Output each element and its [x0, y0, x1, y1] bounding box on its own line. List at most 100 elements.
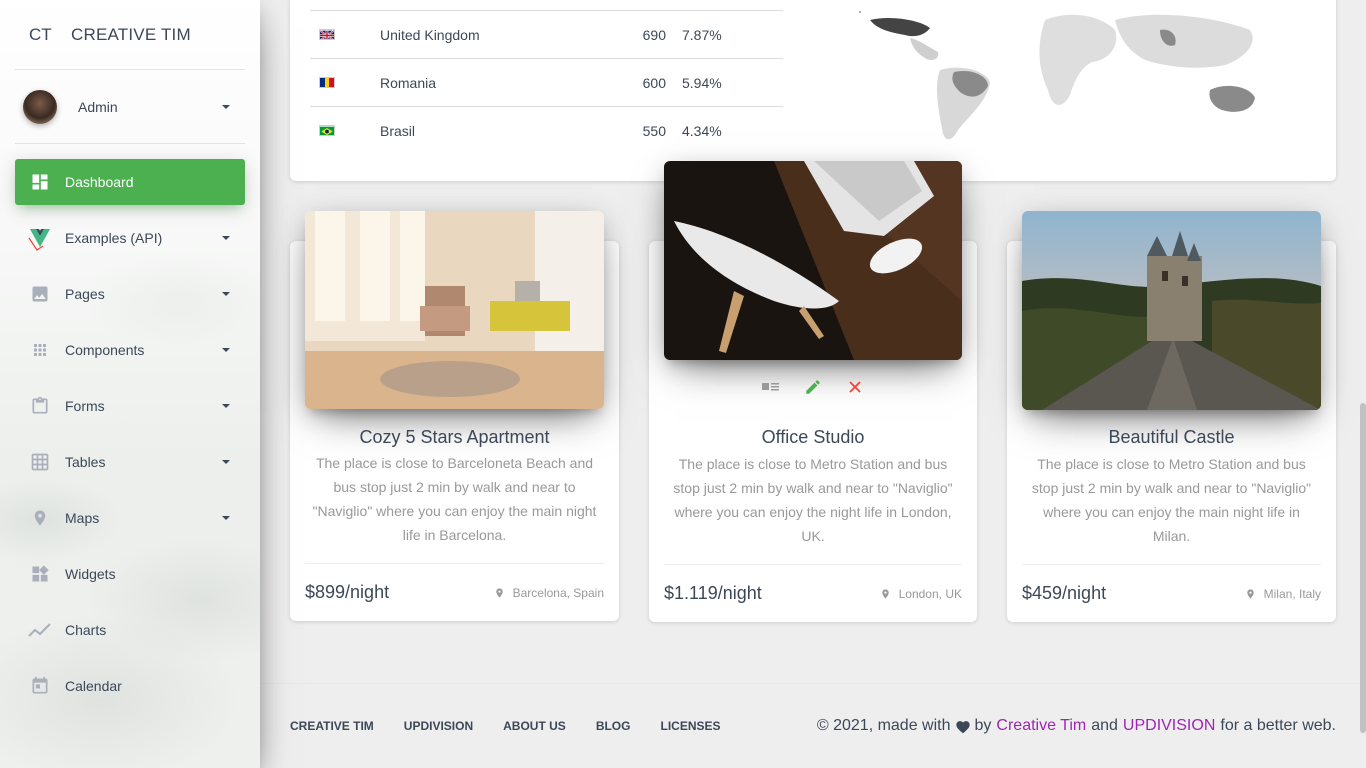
creative-tim-link[interactable]: Creative Tim — [996, 717, 1086, 735]
page-footer: CREATIVE TIM UPDIVISION ABOUT US BLOG LI… — [260, 683, 1366, 768]
brand-mini[interactable]: CT — [15, 25, 65, 45]
place-icon — [1246, 588, 1254, 599]
sidebar-item-label: Components — [65, 342, 145, 358]
sidebar-item-label: Widgets — [65, 566, 116, 582]
copyright-and: and — [1091, 717, 1118, 734]
user-name[interactable]: Admin — [78, 99, 222, 115]
view-icon[interactable] — [760, 376, 782, 398]
clipboard-icon — [15, 395, 65, 417]
romania-flag-icon — [319, 77, 335, 88]
vue-logo-icon — [15, 224, 65, 252]
main-panel: United Kingdom 690 7.87% Romania 600 5.9… — [260, 0, 1366, 768]
card-description: The place is close to Barceloneta Beach … — [312, 455, 597, 543]
footer-link-about-us[interactable]: ABOUT US — [503, 719, 566, 733]
apartment-image[interactable] — [305, 211, 604, 409]
chevron-down-icon — [222, 460, 230, 464]
card-description: The place is close to Metro Station and … — [1031, 456, 1312, 544]
sidebar-item-dashboard[interactable]: Dashboard — [15, 159, 245, 205]
sidebar-nav: Dashboard Examples (API) Pages Component… — [15, 159, 245, 719]
chevron-down-icon — [222, 404, 230, 408]
sidebar-item-label: Dashboard — [65, 174, 134, 190]
sidebar-item-label: Maps — [65, 510, 100, 526]
card-footer: $459/night Milan, Italy — [1022, 564, 1321, 622]
footer-link-blog[interactable]: BLOG — [596, 719, 631, 733]
sidebar-item-charts[interactable]: Charts — [15, 607, 245, 653]
avatar[interactable] — [23, 89, 57, 124]
heart-icon — [955, 719, 971, 734]
copyright-by: by — [974, 717, 992, 734]
brazil-flag-icon — [319, 125, 335, 136]
card-price: $459/night — [1022, 583, 1107, 603]
product-card: Office Studio The place is close to Metr… — [649, 161, 977, 622]
product-card: Beautiful Castle The place is close to M… — [1007, 211, 1336, 622]
sidebar-item-forms[interactable]: Forms — [15, 383, 245, 429]
card-location-text: Barcelona, Spain — [512, 585, 604, 600]
scrollbar[interactable] — [1360, 403, 1366, 733]
castle-image[interactable] — [1022, 211, 1321, 410]
office-image[interactable] — [664, 161, 962, 360]
country-count: 600 — [642, 74, 666, 91]
table-row: Romania 600 5.94% — [310, 58, 783, 106]
country-percent: 4.34% — [682, 122, 722, 139]
card-footer: $899/night Barcelona, Spain — [305, 563, 604, 621]
sidebar-item-examples-api[interactable]: Examples (API) — [15, 215, 245, 261]
sidebar-item-widgets[interactable]: Widgets — [15, 551, 245, 597]
card-location: Barcelona, Spain — [494, 586, 604, 600]
country-count: 690 — [642, 26, 666, 43]
copyright-prefix: © 2021, made with — [816, 717, 951, 734]
card-description: The place is close to Metro Station and … — [673, 456, 953, 544]
country-name: Brasil — [380, 122, 416, 139]
calendar-icon — [15, 676, 65, 696]
sidebar-item-label: Charts — [65, 622, 107, 638]
place-icon — [15, 507, 65, 529]
card-location-text: London, UK — [898, 586, 962, 601]
sidebar-item-calendar[interactable]: Calendar — [15, 663, 245, 709]
place-icon — [495, 587, 503, 598]
footer-link-licenses[interactable]: LICENSES — [660, 719, 720, 733]
sidebar-item-maps[interactable]: Maps — [15, 495, 245, 541]
global-sales-card: United Kingdom 690 7.87% Romania 600 5.9… — [290, 0, 1336, 181]
user-menu[interactable]: Admin — [15, 70, 245, 144]
sidebar-item-components[interactable]: Components — [15, 327, 245, 373]
edit-icon[interactable] — [802, 376, 824, 398]
sidebar-item-tables[interactable]: Tables — [15, 439, 245, 485]
chevron-down-icon[interactable] — [222, 104, 230, 109]
card-title[interactable]: Cozy 5 Stars Apartment — [290, 427, 619, 448]
close-icon[interactable] — [844, 376, 866, 398]
grid-icon — [15, 452, 65, 472]
world-map[interactable] — [830, 0, 1290, 140]
sidebar-item-pages[interactable]: Pages — [15, 271, 245, 317]
card-title[interactable]: Beautiful Castle — [1007, 427, 1336, 448]
sidebar-item-label: Pages — [65, 286, 105, 302]
image-icon — [15, 284, 65, 304]
sidebar-item-label: Calendar — [65, 678, 122, 694]
brand-name[interactable]: CREATIVE TIM — [65, 25, 191, 45]
card-location: London, UK — [880, 587, 962, 601]
card-footer: $1.119/night London, UK — [664, 564, 962, 622]
sidebar-item-label: Forms — [65, 398, 105, 414]
dashboard-icon — [15, 172, 65, 192]
apps-grid-icon — [15, 341, 65, 359]
country-name: Romania — [380, 74, 437, 91]
place-icon — [881, 588, 889, 599]
product-card: Cozy 5 Stars Apartment The place is clos… — [290, 211, 619, 621]
card-title[interactable]: Office Studio — [649, 427, 977, 448]
footer-link-updivision[interactable]: UPDIVISION — [404, 719, 473, 733]
copyright-suffix: for a better web. — [1220, 717, 1336, 734]
country-count: 550 — [642, 122, 666, 139]
table-row: Brasil 550 4.34% — [310, 106, 783, 154]
table-row: United Kingdom 690 7.87% — [310, 10, 783, 58]
uk-flag-icon — [319, 29, 335, 40]
copyright: © 2021, made with by Creative Tim and UP… — [817, 717, 1336, 735]
sidebar-item-label: Examples (API) — [65, 230, 163, 246]
chevron-down-icon — [222, 292, 230, 296]
country-name: United Kingdom — [380, 26, 480, 43]
updivision-link[interactable]: UPDIVISION — [1123, 717, 1215, 735]
card-actions — [649, 376, 977, 398]
footer-link-creative-tim[interactable]: CREATIVE TIM — [290, 719, 374, 733]
timeline-icon — [15, 622, 65, 638]
brand-logo[interactable]: CT CREATIVE TIM — [15, 0, 245, 70]
card-price: $899/night — [305, 582, 390, 602]
sidebar-item-label: Tables — [65, 454, 106, 470]
widgets-icon — [15, 564, 65, 584]
